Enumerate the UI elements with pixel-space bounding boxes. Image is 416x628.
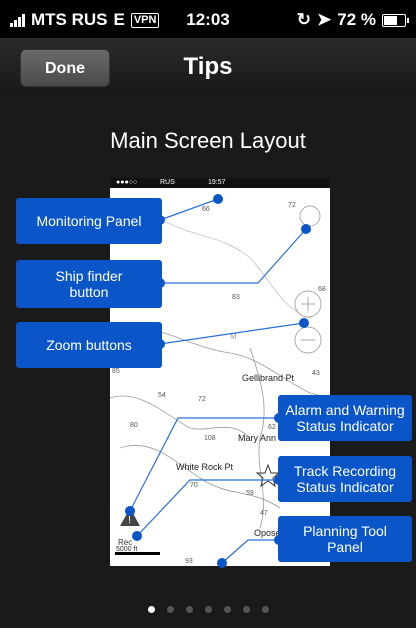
- ship-finder-icon[interactable]: [299, 205, 321, 227]
- location-arrow-icon: ➤: [317, 10, 332, 29]
- callout-ship-finder-button: Ship finder button: [16, 260, 162, 308]
- page-indicator[interactable]: [0, 606, 416, 613]
- page-dot[interactable]: [185, 606, 193, 613]
- map-label: Opose: [254, 528, 281, 538]
- page-dot[interactable]: [147, 606, 155, 613]
- map-label: Mary Ann: [238, 433, 277, 443]
- map-label: 62: [268, 424, 276, 431]
- map-label: 70: [190, 482, 198, 489]
- map-label: 43: [312, 370, 320, 377]
- rotation-lock-icon: ↻: [296, 10, 311, 29]
- map-label: 93: [185, 558, 193, 565]
- battery-icon: [382, 13, 409, 27]
- status-bar: MTS RUS E VPN 12:03 ↻ ➤ 72 %: [0, 0, 416, 38]
- status-right: ↻ ➤ 72 %: [296, 10, 409, 30]
- page-title: Tips: [183, 53, 233, 80]
- callout-planning-tool: Planning Tool Panel: [278, 516, 412, 562]
- map-label: 47: [260, 510, 268, 517]
- tip-subtitle: Main Screen Layout: [110, 128, 306, 153]
- callout-zoom-buttons: Zoom buttons: [16, 322, 162, 368]
- map-label: 80: [130, 422, 138, 429]
- page-dot[interactable]: [223, 606, 231, 613]
- map-label: 72: [198, 396, 206, 403]
- battery-label: 72 %: [337, 10, 376, 29]
- callout-track-recording: Track Recording Status Indicator: [278, 456, 412, 502]
- page-dot[interactable]: [166, 606, 174, 613]
- scale-label: 5000 ft: [116, 546, 138, 553]
- map-label: 108: [204, 435, 216, 442]
- map-label: Gellibrand Pt: [242, 373, 295, 383]
- page-dot[interactable]: [204, 606, 212, 613]
- page-dot[interactable]: [242, 606, 250, 613]
- map-label: White Rock Pt: [176, 462, 234, 472]
- map-label: 59: [246, 490, 254, 497]
- map-label: 83: [232, 294, 240, 301]
- page-dot[interactable]: [261, 606, 269, 613]
- map-label: M: [230, 332, 237, 341]
- map-label: 66: [202, 206, 210, 213]
- map-label: 54: [158, 392, 166, 399]
- map-label: 72: [288, 202, 296, 209]
- svg-text:!: !: [128, 514, 131, 526]
- callout-alarm-warning: Alarm and Warning Status Indicator: [278, 395, 412, 441]
- navigation-bar: Done Tips: [0, 38, 416, 96]
- callout-monitoring-panel: Monitoring Panel: [16, 198, 162, 244]
- map-label: 68: [318, 286, 326, 293]
- map-label: 85: [112, 368, 120, 375]
- battery-fill: [384, 15, 397, 25]
